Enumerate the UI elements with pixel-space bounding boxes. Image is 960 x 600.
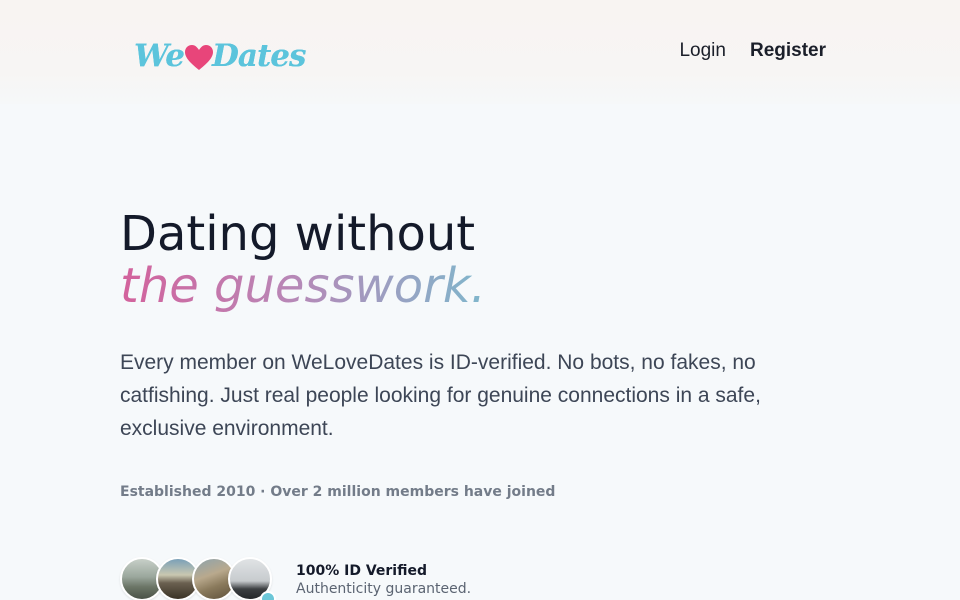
register-link[interactable]: Register [750, 40, 826, 62]
login-link[interactable]: Login [679, 40, 726, 62]
logo[interactable]: We Dates [134, 36, 306, 76]
hero-title-line2: the guesswork. [120, 258, 486, 314]
established-note: Established 2010 · Over 2 million member… [120, 484, 556, 500]
verified-section: 100% ID Verified Authenticity guaranteed… [120, 557, 471, 600]
verified-text: 100% ID Verified Authenticity guaranteed… [296, 562, 471, 598]
heart-icon [185, 45, 214, 70]
logo-text-we: We [134, 38, 185, 74]
top-nav: Login Register [679, 40, 826, 62]
site-header: We Dates Login Register [0, 0, 960, 104]
verified-check-icon [260, 591, 276, 600]
avatar-stack [120, 557, 276, 600]
verified-title: 100% ID Verified [296, 563, 427, 579]
hero-title: Dating without the guesswork. [120, 208, 486, 312]
verified-subtitle: Authenticity guaranteed. [296, 581, 472, 597]
hero-description: Every member on WeLoveDates is ID-verifi… [120, 351, 761, 440]
hero-title-line1: Dating without [120, 206, 476, 262]
logo-text-dates: Dates [212, 38, 306, 74]
